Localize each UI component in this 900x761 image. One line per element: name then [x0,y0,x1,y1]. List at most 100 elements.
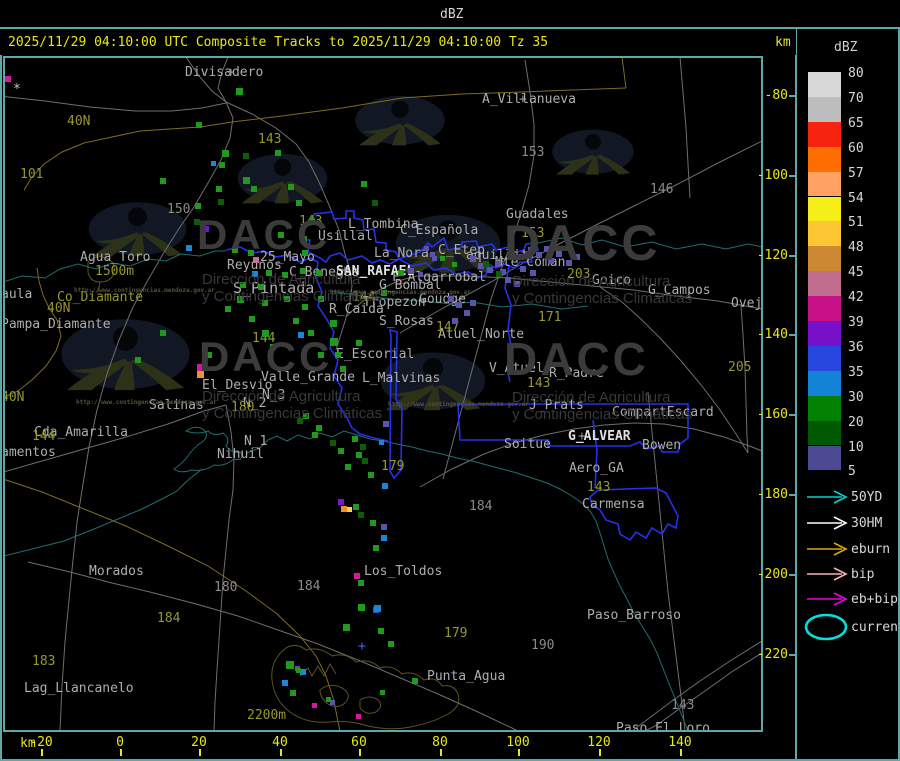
radar-cell [356,340,362,346]
scale-color-70 [808,96,841,122]
radar-cell [354,573,360,579]
radar-cell [293,318,299,324]
right-axis-label: -160 [756,407,788,422]
scale-color-36 [808,345,841,371]
bottom-axis-tick [599,749,601,756]
watermark-url: http://www.contingencias.mendoza.gov.ar [76,399,217,406]
bottom-axis-tick [280,749,282,756]
map-road-label: 190 [531,638,555,653]
map-place-label: Pampa_Diamante [4,317,111,332]
radar-cell [430,252,435,257]
radar-cell [251,186,257,192]
radar-app-window: { "title_bar": { "title": "dBZ" }, "head… [0,0,900,761]
map-place-label: Agua_Toro [80,250,151,265]
radar-cell [312,432,318,438]
bottom-axis-label: 0 [116,735,124,750]
scale-color-42 [808,296,841,321]
radar-cell [378,628,384,634]
right-axis-label: -100 [756,168,788,183]
bottom-axis-tick [120,749,122,756]
watermark-org-line2: y Contingencias Climáticas [512,290,693,307]
map-road-label: 144 [32,429,56,444]
right-axis-label: -140 [756,327,788,342]
legend-label-30HM: 30HM [851,516,883,531]
radar-cell [496,271,502,277]
radar-cell [326,697,331,702]
map-road-label: 179 [381,459,405,474]
right-axis-tick [789,654,796,656]
radar-cell [195,203,201,209]
legend-glyph-50YD [806,489,848,509]
radar-cell [360,444,366,450]
radar-cell [372,200,378,206]
bottom-axis-tick [199,749,201,756]
map-place-label: Carmensa [582,497,645,512]
radar-cell [352,436,358,442]
radar-cell [483,261,489,267]
scale-value-label: 35 [848,364,864,380]
watermark-url: http://www.contingencias.mendoza.gov.ar [74,287,215,294]
map-place-label: L_Malvinas [362,371,441,386]
map-road-label: 143 [587,480,611,495]
right-axis-tick [789,255,796,257]
scale-value-label: 51 [848,215,864,231]
map-road-label: 205 [728,360,752,375]
right-axis-tick [789,494,796,496]
radar-map: Divisadero A_Villanueva Guadales Agua_Toro L… [4,57,761,731]
bottom-axis-tick [680,749,682,756]
header-km-unit: km [775,35,791,50]
map-road-label: 40N [4,390,25,405]
radar-cell [370,520,376,526]
map-place-label: Nihuil [217,447,264,462]
radar-cell [282,680,288,686]
scale-value-label: 57 [848,165,864,181]
radar-cell [380,690,385,695]
radar-cell [356,714,361,719]
radar-cell [456,302,462,308]
radar-cell [219,162,225,168]
radar-cell [362,458,368,464]
right-axis-tick [789,95,796,97]
legend-glyph-30HM [806,515,848,535]
radar-cell [379,440,384,445]
radar-cell [374,605,381,612]
scale-color-39 [808,321,841,346]
scale-color-10 [808,445,841,471]
map-road-label: 101 [20,167,44,182]
map-road-label: 143 [258,132,282,147]
map-place-label: C_Española [400,223,479,238]
map-place-label: amentos [4,445,56,460]
radar-cell [358,512,364,518]
radar-cell [218,199,224,205]
right-axis-tick [789,414,796,416]
map-place-label: S_Rosas [379,314,434,329]
watermark-dacc-text: DACC [197,211,331,258]
radar-cell [505,277,511,283]
border-left [0,0,2,761]
watermark-url: http://www.contingencias.mendoza.gov.ar [330,289,471,296]
scale-value-label: 80 [848,66,864,81]
legend-arrow-icon [807,567,848,581]
panel-separator [795,28,797,759]
map-road-label: 184 [157,611,181,626]
scale-color-30 [808,395,841,421]
radar-cell [382,483,388,489]
map-place-label: La_Nora [374,246,429,261]
radar-cell [196,122,202,128]
scale-color-48 [808,246,841,272]
scale-value-label: 45 [848,265,864,281]
legend-label-eb+bip: eb+bip [851,592,898,607]
bottom-axis-label: 100 [506,735,530,750]
watermark-org-line2: y Contingencias Climáticas [512,406,693,423]
bottom-axis-tick [518,749,520,756]
scale-color-60 [808,146,841,172]
map-place-label: Morados [89,564,144,579]
scale-value-label: 20 [848,414,864,430]
scale-value-label: 30 [848,389,864,405]
legend-glyph-bip [806,566,848,586]
legend-arrow-icon [807,516,848,530]
map-road-label: 146 [650,182,674,197]
legend-label-50YD: 50YD [851,490,883,505]
radar-cell [243,153,249,159]
right-axis-label: -80 [764,88,788,103]
